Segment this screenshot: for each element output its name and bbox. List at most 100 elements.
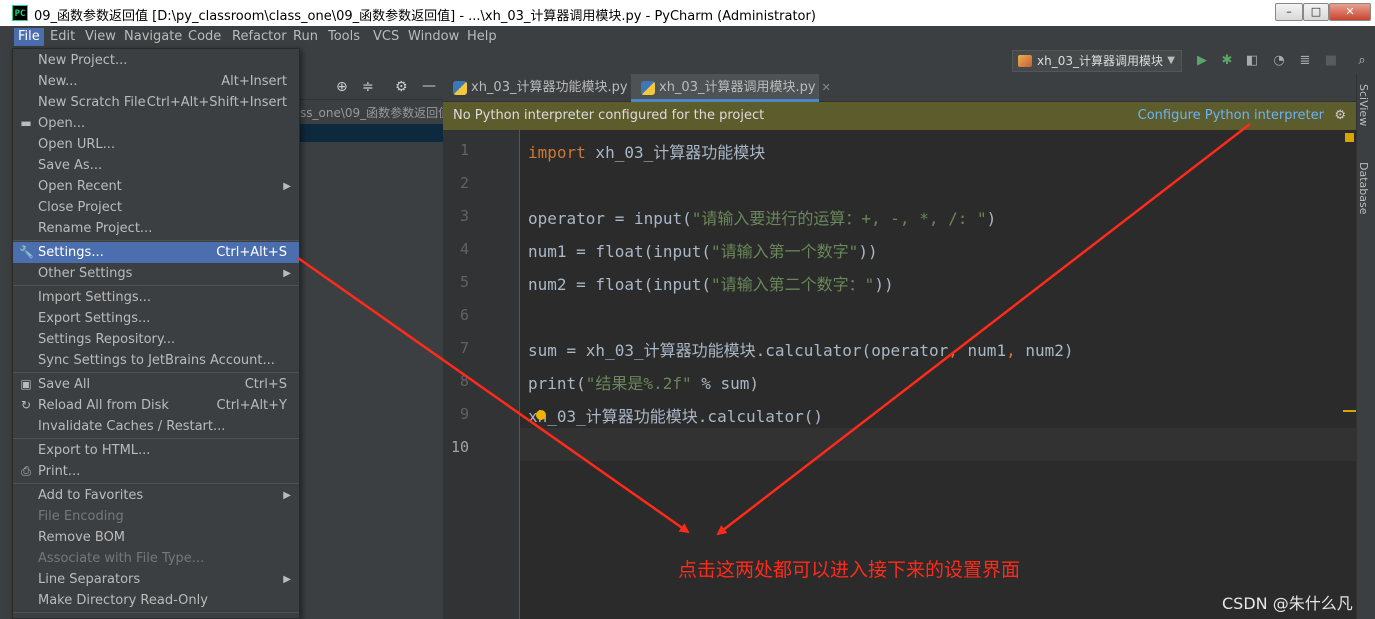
wrench-icon: 🔧	[19, 245, 34, 259]
menu-help[interactable]: Help	[463, 28, 501, 46]
file-menu-item[interactable]: ⎙ Print...	[13, 461, 299, 482]
warning-marker-icon[interactable]	[1345, 133, 1354, 142]
error-stripe-mark[interactable]	[1343, 410, 1356, 412]
menu-item-shortcut: Ctrl+Alt+Shift+Insert	[146, 95, 287, 110]
file-menu-dropdown: New Project... New... Alt+Insert New Scratc…	[12, 48, 300, 619]
file-menu-item[interactable]: Other Settings ▶	[13, 263, 299, 284]
profile-icon[interactable]: ◔	[1272, 54, 1286, 68]
database-tool-button[interactable]: Database	[1357, 162, 1370, 215]
file-menu-item[interactable]: Add to Favorites ▶	[13, 485, 299, 506]
chevron-down-icon: ▼	[1167, 55, 1175, 66]
run-configuration-select[interactable]: xh_03_计算器调用模块 ▼	[1012, 50, 1182, 72]
menu-item-label: Save As...	[38, 158, 103, 173]
file-menu-item[interactable]: Invalidate Caches / Restart...	[13, 416, 299, 437]
line-number: 7	[459, 339, 469, 357]
file-menu-item[interactable]: Remove BOM	[13, 527, 299, 548]
run-icon[interactable]: ▶	[1195, 54, 1209, 68]
file-menu-item[interactable]: Sync Settings to JetBrains Account...	[13, 350, 299, 371]
code-line-9[interactable]: xh_03_计算器功能模块.calculator()	[528, 403, 823, 427]
menu-vcs[interactable]: VCS	[369, 28, 403, 46]
file-menu-item: Associate with File Type...	[13, 548, 299, 569]
menu-item-label: Add to Favorites	[38, 488, 144, 503]
code-line-1[interactable]: import xh_03_计算器功能模块	[528, 139, 765, 163]
code-line-7[interactable]: sum = xh_03_计算器功能模块.calculator(operator,…	[528, 337, 1074, 361]
file-menu-item[interactable]: Make Directory Read-Only	[13, 590, 299, 611]
file-menu-item[interactable]: ▬ Open...	[13, 113, 299, 134]
menu-window[interactable]: Window	[404, 28, 463, 46]
gear-icon[interactable]: ⚙	[1334, 102, 1346, 130]
menu-code[interactable]: Code	[184, 28, 225, 46]
menu-item-label: Open...	[38, 116, 86, 131]
close-window-button[interactable]: ✕	[1329, 3, 1371, 21]
file-menu-item[interactable]: Power Save Mode	[13, 614, 299, 618]
menu-tools[interactable]: Tools	[324, 28, 364, 46]
menu-item-label: Export Settings...	[38, 311, 151, 326]
menu-item-label: Settings Repository...	[38, 332, 176, 347]
project-tree-root[interactable]: ss_one\09_函数参数返回值	[300, 102, 443, 124]
menu-item-label: Import Settings...	[38, 290, 151, 305]
editor-tab-bar: xh_03_计算器功能模块.py✕ xh_03_计算器调用模块.py ✕	[443, 74, 1356, 102]
project-tree-selected-row[interactable]	[300, 124, 443, 142]
menu-file[interactable]: File	[14, 28, 44, 46]
annotation-text: 点击这两处都可以进入接下来的设置界面	[678, 559, 1021, 581]
code-line-3[interactable]: operator = input("请输入要进行的运算：+, -, *, /: …	[528, 205, 996, 229]
menu-item-label: Close Project	[38, 200, 123, 215]
menu-separator	[13, 438, 299, 439]
file-menu-item[interactable]: Open URL...	[13, 134, 299, 155]
menu-item-label: Open Recent	[38, 179, 122, 194]
menu-run[interactable]: Run	[289, 28, 322, 46]
file-menu-item[interactable]: New Project...	[13, 50, 299, 71]
debug-icon[interactable]: ✱	[1220, 54, 1234, 68]
line-number: 8	[459, 372, 469, 390]
file-menu-item[interactable]: Line Separators ▶	[13, 569, 299, 590]
file-menu-item[interactable]: Save As...	[13, 155, 299, 176]
file-menu-item[interactable]: 🔧 Settings... Ctrl+Alt+S	[13, 242, 299, 263]
menu-item-label: Other Settings	[38, 266, 133, 281]
file-menu-item[interactable]: ▣ Save All Ctrl+S	[13, 374, 299, 395]
file-menu-item[interactable]: Rename Project...	[13, 218, 299, 239]
menu-item-shortcut: Ctrl+Alt+S	[216, 245, 287, 260]
menu-item-label: Export to HTML...	[38, 443, 151, 458]
menu-item-shortcut: Ctrl+S	[244, 377, 287, 392]
configure-interpreter-link[interactable]: Configure Python interpreter	[1138, 102, 1324, 130]
menu-view[interactable]: View	[81, 28, 120, 46]
code-line-8[interactable]: print("结果是%.2f" % sum)	[528, 370, 759, 394]
code-line-5[interactable]: num2 = float(input("请输入第二个数字："))	[528, 271, 894, 295]
gear-icon[interactable]: ⚙	[395, 79, 408, 95]
minimize-button[interactable]: –	[1275, 3, 1303, 21]
build-icon[interactable]: ≣	[1298, 54, 1312, 68]
menu-navigate[interactable]: Navigate	[120, 28, 186, 46]
file-menu-item[interactable]: ↻ Reload All from Disk Ctrl+Alt+Y	[13, 395, 299, 416]
save-icon: ▣	[20, 377, 32, 391]
menu-item-label: New Project...	[38, 53, 128, 68]
file-menu-item[interactable]: Close Project	[13, 197, 299, 218]
python-config-icon	[1018, 55, 1032, 67]
file-menu-item[interactable]: Import Settings...	[13, 287, 299, 308]
close-tab-icon[interactable]: ✕	[822, 81, 831, 94]
search-icon[interactable]: ⌕	[1355, 54, 1369, 68]
tab-xh03-call-module[interactable]: xh_03_计算器调用模块.py ✕	[631, 74, 831, 102]
menu-item-label: Sync Settings to JetBrains Account...	[38, 353, 275, 368]
sciview-tool-button[interactable]: SciView	[1357, 84, 1370, 126]
hide-icon[interactable]: —	[422, 78, 436, 94]
window-title: 09_函数参数返回值 [D:\py_classroom\class_one\09…	[34, 9, 816, 24]
menu-item-label: Open URL...	[38, 137, 116, 152]
intention-bulb-icon[interactable]	[536, 410, 546, 420]
file-menu-item[interactable]: Export Settings...	[13, 308, 299, 329]
python-file-icon	[453, 81, 467, 95]
stop-icon[interactable]: ■	[1324, 54, 1338, 68]
file-menu-item[interactable]: Open Recent ▶	[13, 176, 299, 197]
maximize-button[interactable]: □	[1303, 3, 1329, 21]
coverage-icon[interactable]: ◧	[1245, 54, 1259, 68]
locate-icon[interactable]: ⊕	[336, 79, 348, 95]
file-menu-item[interactable]: Export to HTML...	[13, 440, 299, 461]
code-line-4[interactable]: num1 = float(input("请输入第一个数字"))	[528, 238, 878, 262]
tab-xh03-function-module[interactable]: xh_03_计算器功能模块.py✕	[443, 74, 643, 102]
menu-edit[interactable]: Edit	[46, 28, 79, 46]
menu-refactor[interactable]: Refactor	[228, 28, 291, 46]
file-menu-item[interactable]: New... Alt+Insert	[13, 71, 299, 92]
file-menu-item[interactable]: New Scratch File Ctrl+Alt+Shift+Insert	[13, 92, 299, 113]
file-menu-item[interactable]: Settings Repository...	[13, 329, 299, 350]
menu-item-label: Settings...	[38, 245, 104, 260]
collapse-icon[interactable]: ≑	[362, 79, 374, 95]
